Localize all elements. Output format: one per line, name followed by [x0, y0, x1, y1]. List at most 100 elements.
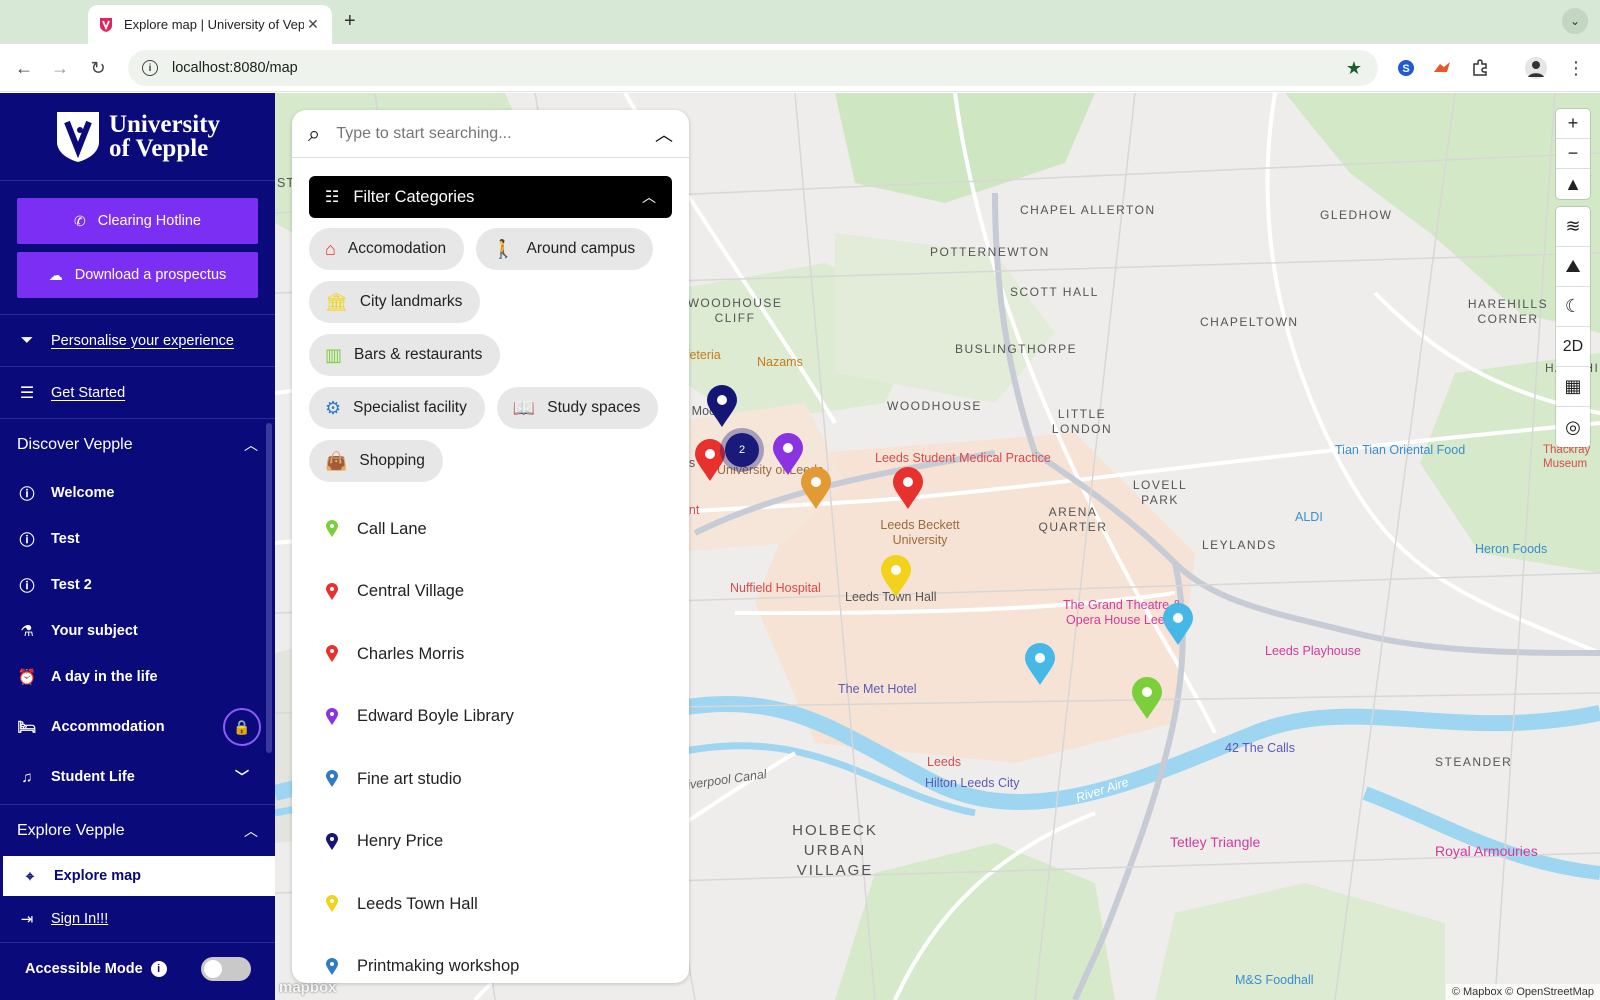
- map-marker-around-campus[interactable]: [799, 467, 833, 511]
- discover-section-header[interactable]: Discover Vepple ︿: [0, 418, 275, 470]
- view-mode-button[interactable]: 2D: [1556, 327, 1590, 367]
- new-tab-icon[interactable]: +: [344, 10, 356, 33]
- list-item[interactable]: Leeds Town Hall: [292, 873, 689, 936]
- list-item[interactable]: Charles Morris: [292, 623, 689, 686]
- sidebar-scrollbar[interactable]: [266, 423, 272, 753]
- dark-mode-icon[interactable]: ☾: [1556, 287, 1590, 327]
- poi-label[interactable]: Leeds Beckett University: [875, 518, 965, 548]
- browser-menu-icon[interactable]: ⋮: [1564, 56, 1588, 80]
- map-marker-shopping-2[interactable]: [1023, 643, 1057, 687]
- sidebar-item-day-in-life[interactable]: ⏰ A day in the life: [0, 654, 275, 700]
- list-item[interactable]: Printmaking workshop: [292, 936, 689, 984]
- zoom-in-button[interactable]: +: [1556, 109, 1590, 139]
- map-marker-central-village[interactable]: [693, 439, 727, 483]
- collapse-chevron-icon[interactable]: ︿: [655, 121, 673, 147]
- tab-search-icon[interactable]: ⌄: [1562, 8, 1588, 34]
- sidebar-item-explore-map[interactable]: ⌖ Explore map: [0, 856, 275, 896]
- sidebar-item-test[interactable]: ⓘ Test: [0, 516, 275, 562]
- filter-categories-header[interactable]: ☷ Filter Categories ︿: [309, 176, 672, 218]
- logo-line-2: of Vepple: [108, 134, 209, 162]
- poi-label[interactable]: Leeds Student Medical Practice: [875, 451, 1051, 466]
- list-item[interactable]: Fine art studio: [292, 748, 689, 811]
- tab-close-icon[interactable]: ✕: [304, 16, 322, 33]
- download-prospectus-button[interactable]: ☁ Download a prospectus: [17, 252, 258, 298]
- poi-label[interactable]: Nazams: [757, 355, 803, 369]
- compass-icon[interactable]: ▲: [1556, 169, 1590, 199]
- poi-label[interactable]: Tetley Triangle: [1170, 834, 1260, 850]
- poi-label[interactable]: Nuffield Hospital: [730, 581, 821, 595]
- poi-label[interactable]: 42 The Calls: [1225, 741, 1295, 755]
- explore-section-header[interactable]: Explore Vepple ︿: [0, 804, 275, 856]
- sidebar-item-accommodation[interactable]: 🛏 Accommodation 🔒: [0, 700, 275, 754]
- map-area-label: ARENA QUARTER: [1038, 505, 1108, 534]
- browser-tab[interactable]: Explore map | University of Vepple ✕: [88, 5, 332, 44]
- chip-study-spaces[interactable]: 📖 Study spaces: [496, 387, 659, 429]
- list-item[interactable]: Central Village: [292, 561, 689, 624]
- info-icon[interactable]: i: [150, 960, 167, 977]
- chip-city-landmarks[interactable]: 🏛 City landmarks: [309, 281, 481, 323]
- map-marker-cluster[interactable]: 2: [725, 433, 759, 467]
- zoom-out-button[interactable]: −: [1556, 139, 1590, 169]
- bookmark-star-icon[interactable]: ★: [1346, 58, 1362, 79]
- map-marker-call-lane[interactable]: [1130, 677, 1164, 721]
- poi-label[interactable]: Leeds: [927, 755, 961, 769]
- address-bar[interactable]: i localhost:8080/map ★: [128, 50, 1378, 86]
- info-icon: ⓘ: [19, 577, 35, 595]
- extension-s-icon[interactable]: S: [1397, 59, 1415, 77]
- poi-label[interactable]: Thackray Museum: [1543, 443, 1600, 471]
- map-marker-leeds-town-hall[interactable]: [879, 555, 913, 599]
- chip-shopping[interactable]: 👜 Shopping: [309, 440, 443, 482]
- poi-label[interactable]: Heron Foods: [1475, 542, 1547, 556]
- forward-icon[interactable]: →: [46, 54, 74, 82]
- chip-around-campus[interactable]: 🚶 Around campus: [476, 228, 654, 270]
- sidebar-item-student-life[interactable]: ♫ Student Life ﹀: [0, 754, 275, 800]
- back-icon[interactable]: ←: [10, 54, 38, 82]
- poi-label[interactable]: Leeds Playhouse: [1265, 644, 1361, 658]
- layers-icon[interactable]: ≋: [1556, 207, 1590, 247]
- extension-fox-icon[interactable]: [1430, 56, 1454, 80]
- personalise-link[interactable]: ⏷ Personalise your experience: [0, 314, 275, 366]
- accessible-mode-toggle[interactable]: [201, 956, 251, 981]
- chip-bars-restaurants[interactable]: ▥ Bars & restaurants: [309, 334, 501, 376]
- terrain-icon[interactable]: ⛰: [1556, 247, 1590, 287]
- reload-icon[interactable]: ↻: [84, 54, 112, 82]
- lock-icon[interactable]: 🔒: [223, 708, 261, 746]
- search-input[interactable]: [336, 124, 655, 143]
- chevron-down-icon: ﹀: [235, 769, 249, 785]
- sign-in-link[interactable]: ⇥ Sign In!!!: [0, 896, 275, 942]
- sidebar-item-your-subject[interactable]: ⚗ Your subject: [0, 608, 275, 654]
- chip-accomodation[interactable]: ⌂ Accomodation: [309, 228, 465, 270]
- map-attribution[interactable]: © Mapbox © OpenStreetMap: [1445, 984, 1600, 1000]
- poi-label[interactable]: Tian Tian Oriental Food: [1335, 443, 1465, 457]
- extensions-puzzle-icon[interactable]: [1468, 56, 1492, 80]
- locate-me-icon[interactable]: ◎: [1556, 407, 1590, 447]
- sidebar-item-label: Student Life: [51, 769, 135, 785]
- tab-title: Explore map | University of Vepple: [124, 17, 304, 32]
- get-started-link[interactable]: ☰ Get Started: [0, 366, 275, 418]
- site-info-icon[interactable]: i: [142, 60, 158, 76]
- university-logo[interactable]: University of Vepple: [0, 93, 275, 181]
- clearing-hotline-button[interactable]: ✆ Clearing Hotline: [17, 198, 258, 244]
- map-area-label: LEYLANDS: [1202, 538, 1277, 552]
- poi-label[interactable]: The Met Hotel: [838, 682, 917, 696]
- grid-icon[interactable]: ▦: [1556, 367, 1590, 407]
- filter-heading: Filter Categories: [353, 187, 475, 206]
- chip-specialist-facility[interactable]: ⚙ Specialist facility: [309, 387, 485, 429]
- accessible-mode-label: Accessible Mode: [25, 960, 143, 977]
- filter-funnel-icon: ⏷: [20, 331, 34, 349]
- map-marker-shopping[interactable]: [1161, 603, 1195, 647]
- map-marker-charles-morris[interactable]: [891, 467, 925, 511]
- map-marker-henry-price[interactable]: [705, 385, 739, 429]
- list-item[interactable]: Edward Boyle Library: [292, 686, 689, 749]
- list-item[interactable]: Call Lane: [292, 498, 689, 561]
- location-label: Edward Boyle Library: [357, 707, 514, 726]
- sidebar-item-test-2[interactable]: ⓘ Test 2: [0, 562, 275, 608]
- poi-label[interactable]: ALDI: [1295, 510, 1323, 524]
- sidebar-item-welcome[interactable]: ⓘ Welcome: [0, 470, 275, 516]
- profile-avatar[interactable]: [1524, 56, 1548, 80]
- list-item[interactable]: Henry Price: [292, 811, 689, 874]
- chip-label: Bars & restaurants: [354, 346, 483, 363]
- poi-label[interactable]: Hilton Leeds City: [925, 776, 1020, 790]
- poi-label[interactable]: Royal Armouries: [1435, 843, 1538, 859]
- poi-label[interactable]: M&S Foodhall: [1235, 973, 1314, 987]
